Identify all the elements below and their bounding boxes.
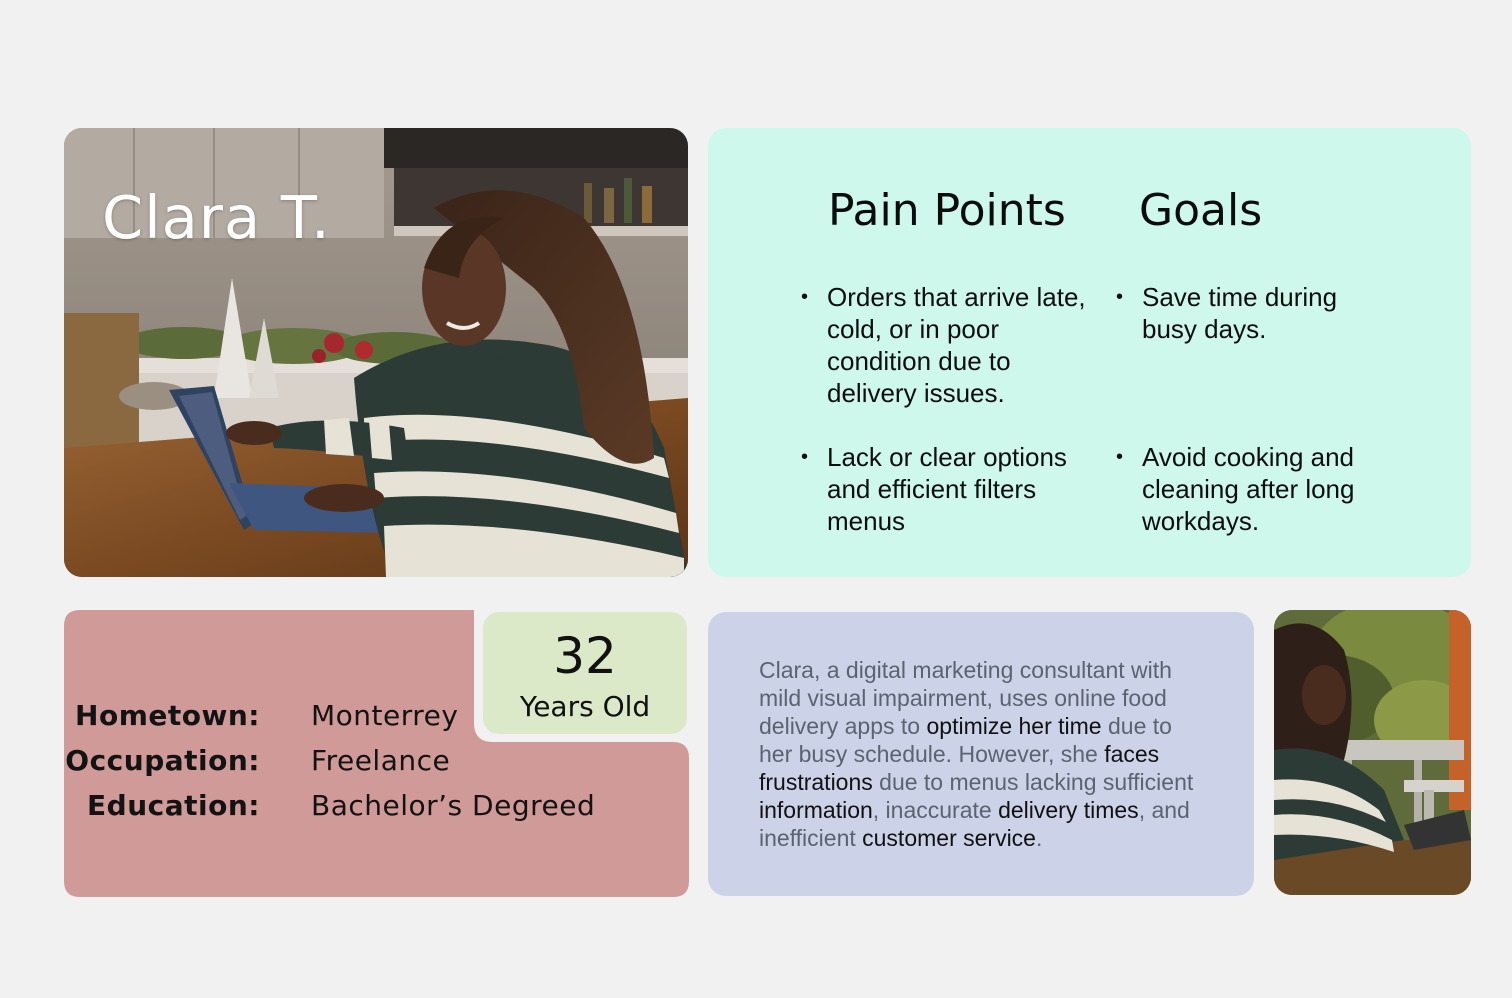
education-label: Education: [87,789,260,822]
bio-text-part: due to menus lacking sufficient [872,769,1194,795]
persona-secondary-photo [1274,610,1471,895]
education-value: Bachelor’s Degreed [311,789,596,822]
pain-point-item: Orders that arrive late, cold, or in poo… [801,281,1091,409]
bio-text: Clara, a digital marketing consultant wi… [759,656,1209,852]
hometown-value: Monterrey [311,699,459,732]
bio-highlight: information [759,797,873,823]
goal-item: Save time during busy days. [1116,281,1396,345]
persona-secondary-image [1274,610,1471,895]
demographic-row-occupation: Occupation: Freelance [64,741,664,781]
goals-list: Save time during busy days. Avoid cookin… [1116,281,1396,569]
hometown-label: Hometown: [75,699,260,732]
bio-highlight: customer service [862,825,1036,851]
occupation-label: Occupation: [65,744,260,777]
bio-card: Clara, a digital marketing consultant wi… [708,612,1254,896]
bio-highlight: optimize her time [926,713,1102,739]
goal-item: Avoid cooking and cleaning after long wo… [1116,441,1396,537]
bio-text-part: , inaccurate [872,797,999,823]
persona-name: Clara T. [102,183,331,252]
bio-highlight: delivery times [998,797,1139,823]
pain-points-title: Pain Points [828,185,1066,236]
pain-point-item: Lack or clear options and efficient filt… [801,441,1091,537]
pain-points-list: Orders that arrive late, cold, or in poo… [801,281,1091,569]
demographic-row-education: Education: Bachelor’s Degreed [64,786,664,826]
occupation-value: Freelance [311,744,451,777]
age-number: 32 [553,627,617,685]
demographic-row-hometown: Hometown: Monterrey [64,696,664,736]
goals-title: Goals [1139,185,1263,236]
bio-text-part: . [1035,825,1043,851]
